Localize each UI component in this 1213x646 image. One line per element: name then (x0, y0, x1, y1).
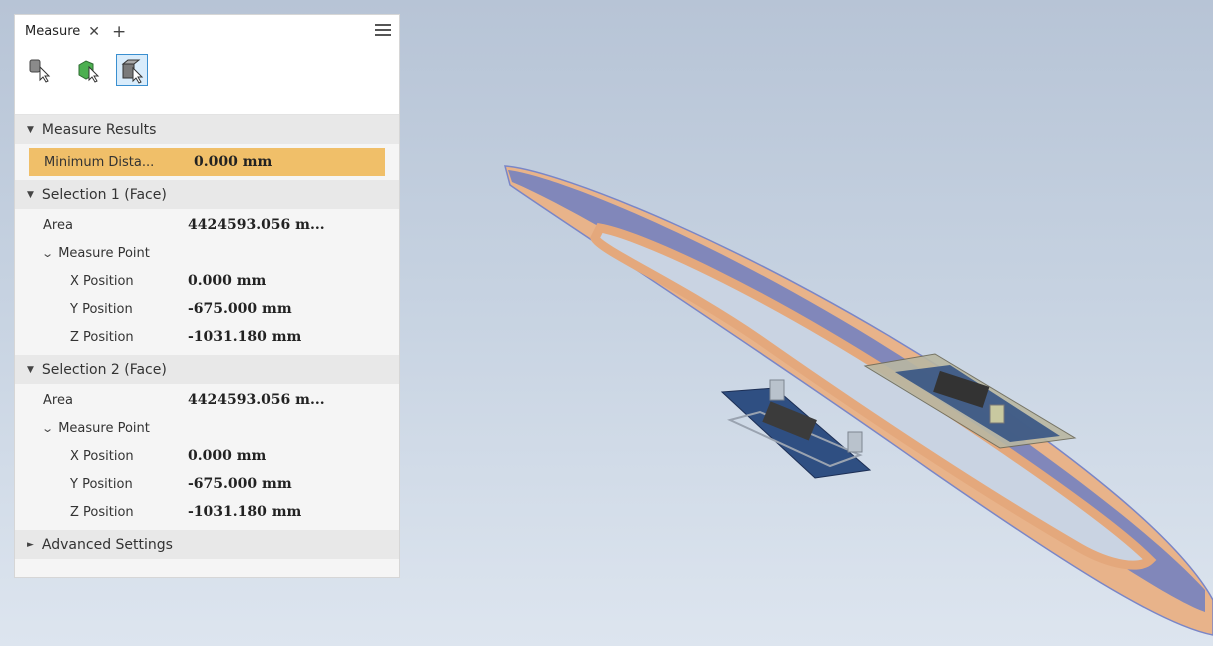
select-component-icon[interactable] (73, 54, 105, 86)
chevron-down-icon: ⌄ (41, 246, 55, 260)
measure-results-label: Measure Results (41, 121, 157, 138)
selection2-z-row: Z Position -1031.180 mm (15, 498, 399, 526)
track-inner-hole (590, 222, 1157, 570)
selection2-label: Selection 2 (Face) (41, 361, 167, 378)
measure-panel: Measure ✕ + ▼ Measure Results Minimum Di… (14, 14, 400, 578)
selection1-measure-point[interactable]: ⌄ Measure Point (15, 239, 399, 267)
chevron-down-icon: ⌄ (41, 421, 55, 435)
measure-point-label: Measure Point (58, 420, 150, 436)
y-position-label: Y Position (70, 476, 133, 492)
selection2-header[interactable]: ▼ Selection 2 (Face) (15, 355, 399, 384)
select-face-icon[interactable] (116, 54, 148, 86)
area-value: 4424593.056 m... (188, 217, 325, 233)
area-label: Area (43, 217, 73, 233)
selection1-y-row: Y Position -675.000 mm (15, 295, 399, 323)
menu-icon[interactable] (375, 24, 391, 38)
panel-tabbar: Measure ✕ + (15, 15, 399, 48)
y-position-value: -675.000 mm (188, 476, 292, 492)
x-position-value: 0.000 mm (188, 273, 267, 289)
z-position-value: -1031.180 mm (188, 329, 302, 345)
collapse-triangle-icon: ▼ (27, 124, 34, 135)
minimum-distance-row[interactable]: Minimum Dista... 0.000 mm (29, 148, 385, 176)
z-position-value: -1031.180 mm (188, 504, 302, 520)
area-label: Area (43, 392, 73, 408)
z-position-label: Z Position (70, 504, 134, 520)
selection1-label: Selection 1 (Face) (41, 186, 167, 203)
x-position-value: 0.000 mm (188, 448, 267, 464)
selection1-body: Area 4424593.056 m... ⌄ Measure Point X P… (15, 209, 399, 355)
tab-label: Measure (25, 24, 81, 39)
selection1-header[interactable]: ▼ Selection 1 (Face) (15, 180, 399, 209)
selection-mode-toolbar (15, 48, 399, 115)
track-model[interactable] (504, 165, 1213, 636)
minimum-distance-label: Minimum Dista... (44, 154, 155, 170)
selection1-z-row: Z Position -1031.180 mm (15, 323, 399, 351)
selection1-x-row: X Position 0.000 mm (15, 267, 399, 295)
z-position-label: Z Position (70, 329, 134, 345)
measure-results-header[interactable]: ▼ Measure Results (15, 115, 399, 144)
tab-measure[interactable]: Measure ✕ + (15, 15, 126, 48)
select-part-icon[interactable] (25, 54, 57, 86)
selection2-y-row: Y Position -675.000 mm (15, 470, 399, 498)
collapse-triangle-icon: ▼ (27, 189, 34, 200)
selection2-body: Area 4424593.056 m... ⌄ Measure Point X P… (15, 384, 399, 530)
y-position-value: -675.000 mm (188, 301, 292, 317)
advanced-settings-header[interactable]: ► Advanced Settings (15, 530, 399, 559)
selection2-x-row: X Position 0.000 mm (15, 442, 399, 470)
x-position-label: X Position (70, 448, 134, 464)
x-position-label: X Position (70, 273, 134, 289)
minimum-distance-value: 0.000 mm (194, 154, 273, 170)
selection1-area-row: Area 4424593.056 m... (15, 211, 399, 239)
add-tab-icon[interactable]: + (112, 22, 126, 42)
expand-triangle-icon: ► (27, 539, 34, 550)
selection2-measure-point[interactable]: ⌄ Measure Point (15, 414, 399, 442)
measure-point-label: Measure Point (58, 245, 150, 261)
y-position-label: Y Position (70, 301, 133, 317)
selection2-area-row: Area 4424593.056 m... (15, 386, 399, 414)
collapse-triangle-icon: ▼ (27, 364, 34, 375)
close-icon[interactable]: ✕ (88, 24, 100, 40)
advanced-settings-label: Advanced Settings (41, 536, 173, 553)
area-value: 4424593.056 m... (188, 392, 325, 408)
